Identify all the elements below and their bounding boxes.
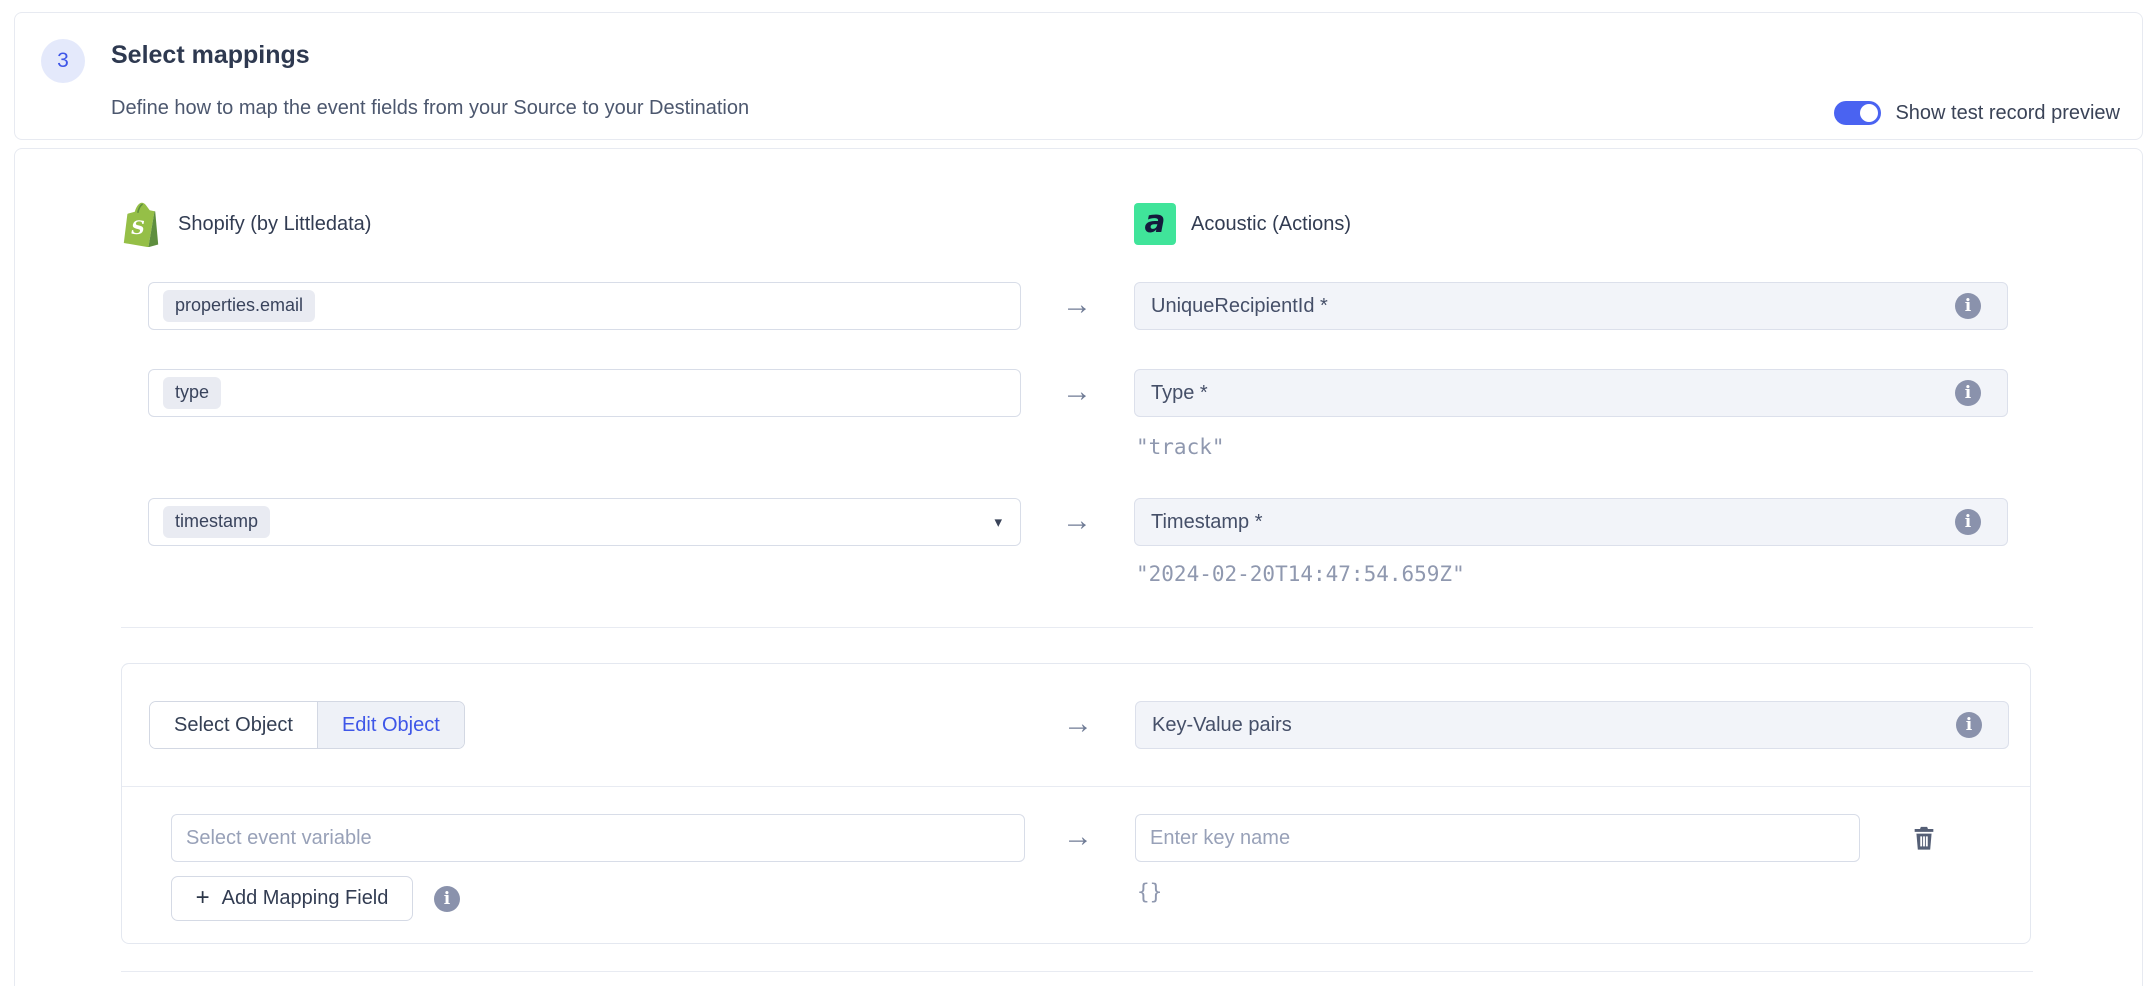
source-field-input-timestamp[interactable]: timestamp ▾	[148, 498, 1021, 546]
panel-divider	[122, 786, 2030, 787]
destination-field-label: UniqueRecipientId *	[1151, 295, 1328, 318]
destination-name: Acoustic (Actions)	[1191, 213, 1351, 236]
arrow-right-icon: →	[1053, 701, 1103, 749]
source-field-input-email[interactable]: properties.email	[148, 282, 1021, 330]
source-name: Shopify (by Littledata)	[178, 213, 371, 236]
destination-field-type: Type * i	[1134, 369, 2008, 417]
source-field-tag[interactable]: properties.email	[163, 290, 315, 322]
add-mapping-field-label: Add Mapping Field	[222, 887, 389, 910]
section-divider	[121, 627, 2033, 628]
arrow-right-icon: →	[1052, 498, 1102, 546]
info-icon[interactable]: i	[1955, 293, 1981, 319]
show-test-record-toggle[interactable]	[1834, 101, 1881, 125]
source-field-tag[interactable]: timestamp	[163, 506, 270, 538]
toggle-label: Show test record preview	[1895, 102, 2120, 125]
destination-field-label: Key-Value pairs	[1152, 714, 1292, 737]
step-number-badge: 3	[41, 39, 85, 83]
trash-icon	[1910, 824, 1938, 852]
info-icon[interactable]: i	[1955, 380, 1981, 406]
arrow-right-icon: →	[1053, 814, 1103, 862]
shopify-icon: S	[121, 201, 163, 247]
destination-field-unique-recipient-id: UniqueRecipientId * i	[1134, 282, 2008, 330]
test-record-preview-value: "2024-02-20T14:47:54.659Z"	[1136, 562, 1465, 586]
destination-header: a Acoustic (Actions)	[1134, 203, 1351, 245]
tab-select-object[interactable]: Select Object	[150, 702, 317, 748]
destination-field-key-value-pairs: Key-Value pairs i	[1135, 701, 2009, 749]
arrow-right-icon: →	[1052, 369, 1102, 417]
add-mapping-field-button[interactable]: + Add Mapping Field	[171, 876, 413, 921]
event-variable-input[interactable]	[171, 814, 1025, 862]
source-field-input-type[interactable]: type	[148, 369, 1021, 417]
test-record-preview-value: "track"	[1136, 435, 1225, 459]
plus-icon: +	[196, 886, 210, 910]
bottom-divider	[121, 971, 2033, 972]
destination-field-label: Timestamp *	[1151, 511, 1263, 534]
info-icon[interactable]: i	[1956, 712, 1982, 738]
info-icon[interactable]: i	[434, 886, 460, 912]
object-preview-value: {}	[1137, 880, 1162, 904]
acoustic-icon: a	[1134, 203, 1176, 245]
source-field-tag[interactable]: type	[163, 377, 221, 409]
destination-field-timestamp: Timestamp * i	[1134, 498, 2008, 546]
info-icon[interactable]: i	[1955, 509, 1981, 535]
key-name-input[interactable]	[1135, 814, 1860, 862]
tab-edit-object[interactable]: Edit Object	[317, 702, 464, 748]
page-subtitle: Define how to map the event fields from …	[111, 97, 749, 120]
object-mapping-panel: Select Object Edit Object → Key-Value pa…	[121, 663, 2031, 944]
source-header: S Shopify (by Littledata)	[121, 201, 371, 247]
page-title: Select mappings	[111, 41, 310, 70]
chevron-down-icon[interactable]: ▾	[994, 513, 1002, 531]
test-record-toggle-group: Show test record preview	[1834, 101, 2120, 125]
svg-text:S: S	[131, 217, 145, 239]
arrow-right-icon: →	[1052, 282, 1102, 330]
step-header-card: 3 Select mappings Define how to map the …	[14, 12, 2143, 140]
delete-row-button[interactable]	[1910, 824, 1938, 852]
destination-field-label: Type *	[1151, 382, 1208, 405]
toggle-knob	[1860, 104, 1878, 122]
object-mode-segmented-control: Select Object Edit Object	[149, 701, 465, 749]
mappings-card: S Shopify (by Littledata) a Acoustic (Ac…	[14, 148, 2143, 986]
